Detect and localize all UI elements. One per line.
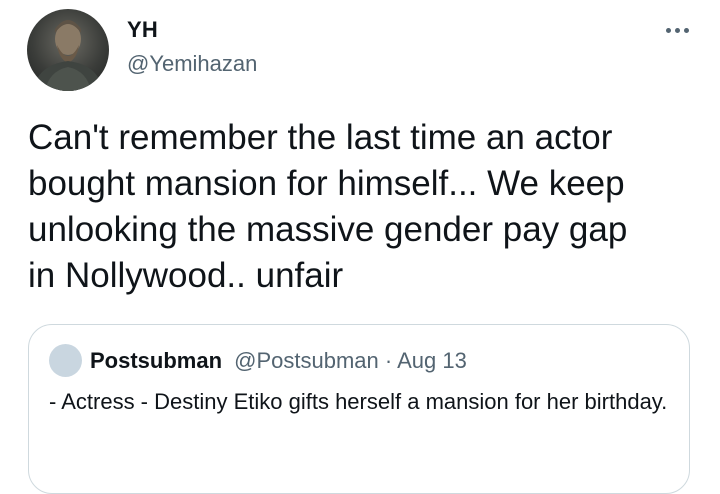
more-horizontal-icon: [664, 27, 691, 33]
tweet: YH @Yemihazan Can't remember the last ti…: [0, 0, 720, 494]
more-options-button[interactable]: [660, 18, 694, 42]
quoted-avatar[interactable]: [49, 344, 82, 377]
author-display-name[interactable]: YH: [127, 17, 158, 43]
quoted-tweet-header: Postsubman @Postsubman · Aug 13: [90, 348, 467, 374]
tweet-text: Can't remember the last time an actor bo…: [28, 118, 628, 295]
quoted-author-display-name[interactable]: Postsubman: [90, 348, 222, 373]
quoted-date[interactable]: Aug 13: [397, 348, 467, 373]
avatar[interactable]: [27, 9, 109, 91]
quoted-tweet-card[interactable]: Postsubman @Postsubman · Aug 13 - Actres…: [28, 324, 690, 494]
quoted-author-handle[interactable]: @Postsubman: [234, 348, 379, 373]
quoted-tweet-text: - Actress - Destiny Etiko gifts herself …: [49, 389, 668, 414]
quoted-separator: ·: [378, 348, 398, 373]
author-handle[interactable]: @Yemihazan: [127, 51, 257, 77]
